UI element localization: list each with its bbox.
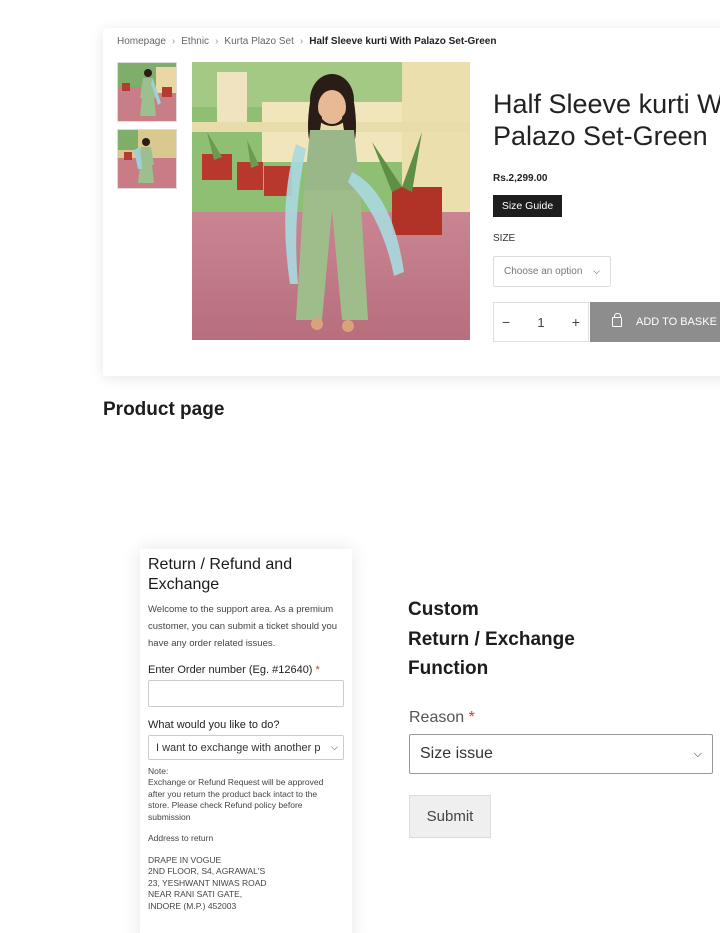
action-select-value: I want to exchange with another p [156, 741, 321, 754]
shopping-bag-icon [612, 313, 622, 327]
caption-line-1: Custom [408, 599, 479, 620]
add-to-basket-button[interactable]: ADD TO BASKE [590, 302, 720, 342]
note-line: after you return the product back intact… [148, 788, 318, 799]
required-mark: * [468, 709, 475, 726]
reason-select[interactable]: Size issue ⌵ [409, 734, 713, 774]
chevron-down-icon: ⌵ [331, 742, 338, 752]
qty-decrease-button[interactable]: − [502, 314, 510, 330]
caption-custom-return: Custom Return / Exchange Function [408, 595, 658, 684]
chevron-right-icon: › [215, 36, 219, 47]
size-select-value: Choose an option [504, 266, 583, 277]
address-line: INDORE (M.P.) 452003 [148, 900, 237, 911]
caption-line-3: Function [408, 658, 489, 679]
qty-increase-button[interactable]: + [572, 314, 580, 330]
quantity-stepper[interactable]: − 1 + [493, 302, 589, 342]
size-label: SIZE [493, 233, 516, 244]
chevron-right-icon: › [171, 36, 176, 47]
required-mark: * [315, 664, 320, 676]
return-note: Note: Exchange or Refund Request will be… [148, 766, 344, 823]
add-to-basket-label: ADD TO BASKE [636, 316, 717, 328]
address-line: 23, YESHWANT NIWAS ROAD [148, 877, 267, 888]
return-address: DRAPE IN VOGUE 2ND FLOOR, S4, AGRAWAL'S … [148, 855, 344, 912]
caption-product-page: Product page [103, 399, 225, 420]
size-select[interactable]: Choose an option ⌵ [493, 256, 611, 287]
note-line: store. Please check Refund policy before [148, 800, 303, 811]
order-number-label-text: Enter Order number (Eg. #12640) [148, 664, 313, 676]
reason-select-value: Size issue [420, 745, 493, 762]
product-thumbnail-1[interactable] [117, 62, 177, 122]
chevron-down-icon: ⌵ [593, 266, 600, 276]
action-label: What would you like to do? [148, 719, 280, 731]
product-title-line-2: Palazo Set-Green [493, 121, 708, 151]
breadcrumb-current: Half Sleeve kurti With Palazo Set-Green [309, 36, 497, 47]
caption-line-2: Return / Exchange [408, 628, 575, 650]
breadcrumb-ethnic[interactable]: Ethnic [181, 36, 209, 47]
product-main-image[interactable] [192, 62, 470, 340]
action-select[interactable]: I want to exchange with another p ⌵ [148, 735, 344, 760]
product-title: Half Sleeve kurti W Palazo Set-Green [493, 88, 720, 152]
address-heading: Address to return [148, 833, 214, 844]
qty-input[interactable]: 1 [537, 315, 544, 330]
address-line: NEAR RANI SATI GATE, [148, 889, 243, 900]
reason-label-text: Reason [409, 709, 465, 726]
note-line: Note: [148, 766, 169, 776]
return-form-card: Return / Refund and Exchange Welcome to … [140, 549, 352, 933]
address-line: 2ND FLOOR, S4, AGRAWAL'S [148, 866, 266, 877]
breadcrumb-homepage[interactable]: Homepage [117, 36, 166, 47]
size-guide-button[interactable]: Size Guide [493, 195, 562, 217]
note-line: Exchange or Refund Request will be appro… [148, 777, 324, 788]
chevron-right-icon: › [299, 36, 304, 47]
note-line: submission [148, 811, 191, 822]
product-title-line-1: Half Sleeve kurti W [493, 89, 720, 119]
breadcrumb-kurta-plazo-set[interactable]: Kurta Plazo Set [224, 36, 293, 47]
product-thumbnail-2[interactable] [117, 129, 177, 189]
address-line: DRAPE IN VOGUE [148, 855, 222, 866]
chevron-down-icon: ⌵ [693, 747, 702, 760]
product-price: Rs.2,299.00 [493, 173, 548, 184]
product-card: Homepage › Ethnic › Kurta Plazo Set › Ha… [103, 28, 720, 376]
submit-button[interactable]: Submit [409, 795, 491, 838]
order-number-label: Enter Order number (Eg. #12640) * [148, 664, 344, 676]
return-form-intro: Welcome to the support area. As a premiu… [148, 604, 338, 649]
return-form-title: Return / Refund and Exchange [148, 556, 293, 593]
order-number-input[interactable] [148, 680, 344, 707]
breadcrumb: Homepage › Ethnic › Kurta Plazo Set › Ha… [117, 36, 496, 47]
reason-label: Reason * [409, 709, 475, 727]
